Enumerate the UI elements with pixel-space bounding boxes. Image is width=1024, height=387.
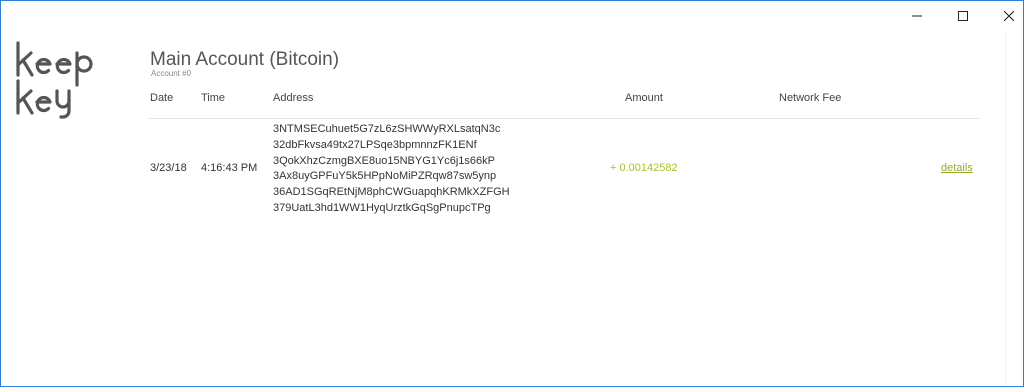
address-line: 32dbFkvsa49tx27LPSqe3bpmnnzFK1ENf: [273, 138, 477, 151]
row-date: 3/23/18: [150, 162, 187, 174]
details-link[interactable]: details: [941, 162, 973, 174]
keepkey-logo: [15, 41, 109, 121]
close-icon: [1004, 11, 1014, 21]
address-line: 3NTMSECuhuet5G7zL6zSHWWyRXLsatqN3c: [273, 123, 501, 135]
address-line: 36AD1SGqREtNjM8phCWGuapqhKRMkXZFGH: [273, 186, 510, 199]
vertical-scrollbar[interactable]: [1005, 31, 1023, 386]
address-line: 3Ax8uyGPFuY5k5HPpNoMiPZRqw87sw5ynp: [273, 170, 497, 183]
header-divider: [148, 118, 980, 119]
row-time: 4:16:43 PM: [201, 162, 258, 174]
close-button[interactable]: [986, 1, 1023, 31]
column-header-time: Time: [201, 92, 226, 104]
app-window: Main Account (Bitcoin) Account #0 Date T…: [0, 0, 1024, 387]
address-line: 379UatL3hd1WW1HyqUrztkGqSgPnupcTPg: [273, 201, 491, 214]
minimize-button[interactable]: [894, 1, 940, 31]
row-addresses: 3NTMSECuhuet5G7zL6zSHWWyRXLsatqN3c 32dbF…: [273, 122, 510, 217]
row-amount: + 0.00142582: [610, 162, 678, 174]
address-line: 3QokXhzCzmgBXE8uo15NBYG1Yc6j1s66kP: [273, 154, 495, 167]
column-header-amount: Amount: [625, 92, 663, 104]
maximize-button[interactable]: [940, 1, 986, 31]
title-bar: [1, 1, 1023, 31]
maximize-icon: [958, 11, 968, 21]
column-header-address: Address: [273, 92, 314, 104]
column-header-network-fee: Network Fee: [779, 92, 842, 104]
minimize-icon: [912, 11, 922, 21]
account-title: Main Account (Bitcoin): [150, 49, 340, 70]
account-subtitle: Account #0: [151, 69, 192, 78]
column-header-date: Date: [150, 92, 174, 104]
